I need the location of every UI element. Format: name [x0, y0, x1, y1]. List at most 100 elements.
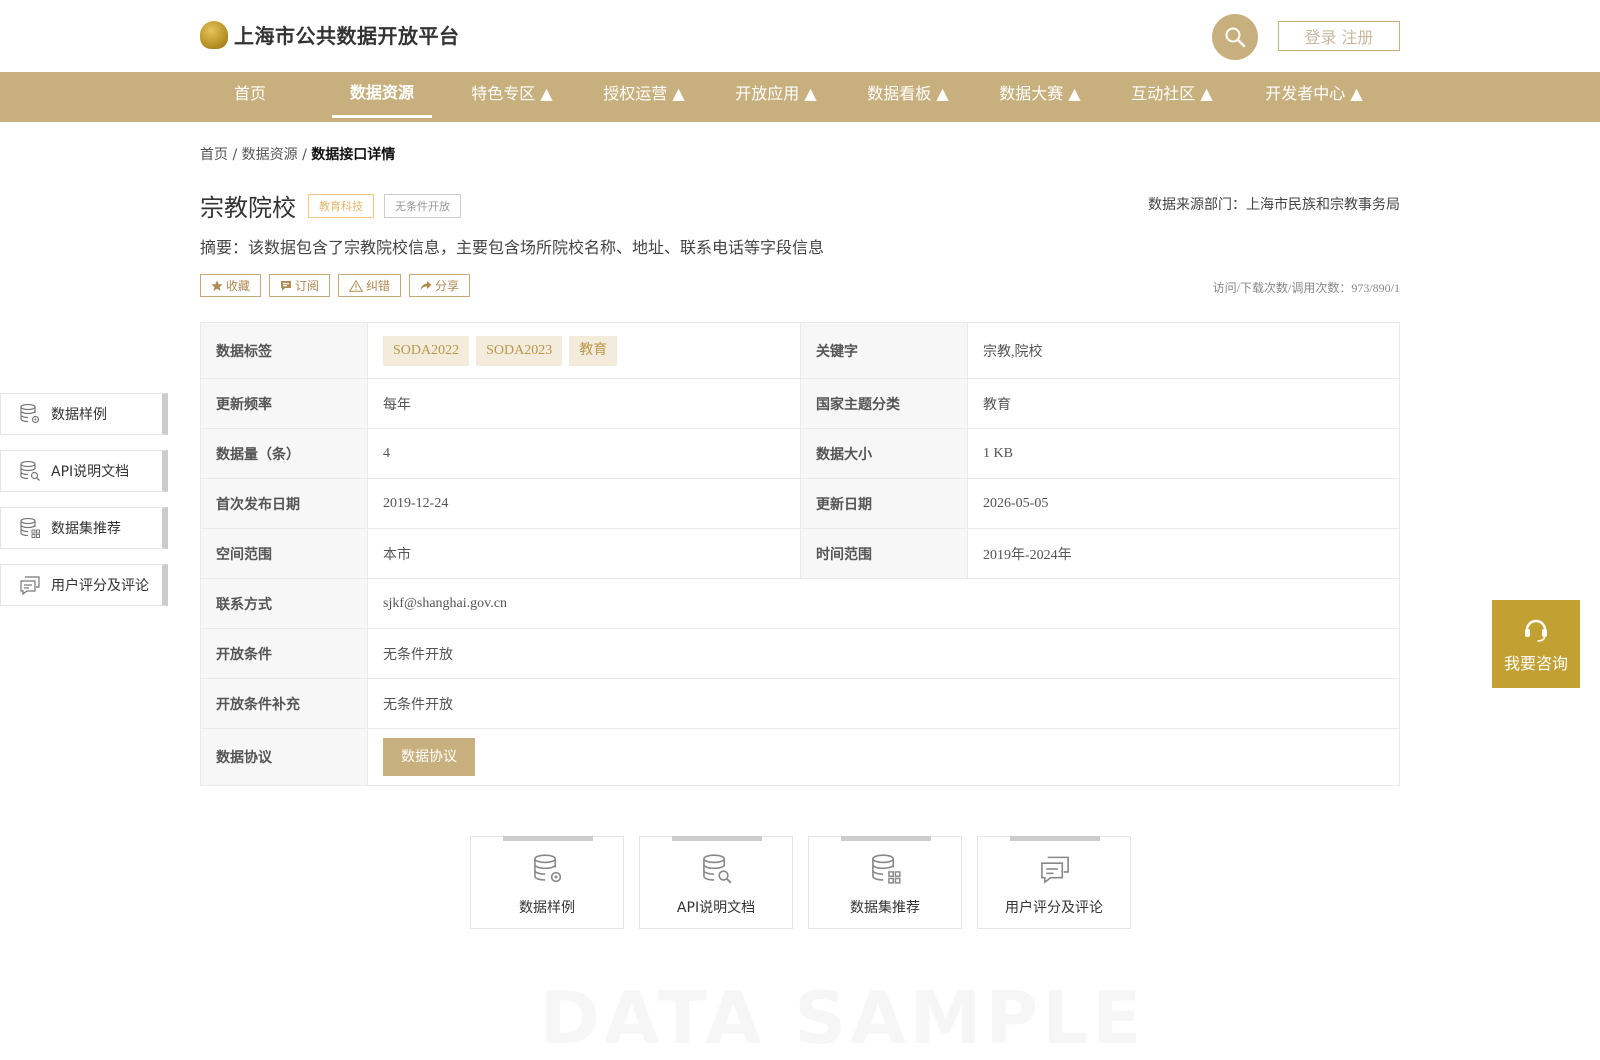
contact-value: sjkf@shanghai.gov.cn — [367, 578, 1400, 629]
favorite-label: 收藏 — [226, 279, 251, 293]
table-row: 数据标签 SODA2022 SODA2023 教育 关键字 宗教,院校 — [200, 322, 1400, 379]
time-range-label: 时间范围 — [800, 528, 968, 579]
side-nav-api-docs[interactable]: API说明文档 — [0, 450, 168, 492]
database-gear-icon — [20, 403, 40, 424]
nav-community[interactable]: 互动社区 ▲ — [1122, 72, 1222, 122]
favorite-button[interactable]: 收藏 — [200, 274, 262, 297]
time-range-value: 2019年-2024年 — [967, 528, 1400, 579]
nav-home[interactable]: 首页 — [214, 72, 286, 122]
comment-icon — [20, 576, 40, 596]
table-row: 开放条件补充 无条件开放 — [200, 678, 1400, 729]
message-flag-icon — [281, 280, 292, 291]
side-nav-dataset-recommend[interactable]: 数据集推荐 — [0, 507, 168, 549]
report-error-button[interactable]: 纠错 — [338, 274, 402, 297]
table-row: 空间范围 本市 时间范围 2019年-2024年 — [200, 528, 1400, 579]
logo-emblem-icon — [200, 20, 228, 49]
spatial-scope-label: 空间范围 — [200, 528, 368, 579]
search-icon — [1225, 27, 1246, 48]
update-frequency-label: 更新频率 — [200, 378, 368, 429]
card-top-bar — [1010, 836, 1100, 841]
logo[interactable]: 上海市公共数据开放平台 — [200, 20, 460, 49]
headset-icon — [1525, 619, 1547, 642]
protocol-label: 数据协议 — [200, 728, 368, 786]
report-error-label: 纠错 — [366, 279, 391, 293]
card-label: 用户评分及评论 — [1005, 900, 1103, 916]
share-icon — [420, 280, 432, 290]
data-protocol-button[interactable]: 数据协议 — [383, 738, 475, 776]
side-nav-user-reviews[interactable]: 用户评分及评论 — [0, 564, 168, 606]
table-row: 联系方式 sjkf@shanghai.gov.cn — [200, 578, 1400, 629]
side-nav-label: 数据样例 — [51, 407, 107, 423]
card-label: API说明文档 — [676, 900, 756, 916]
breadcrumb-home[interactable]: 首页 — [200, 147, 228, 163]
protocol-cell: 数据协议 — [367, 728, 1400, 786]
open-condition-supplement-value: 无条件开放 — [367, 678, 1400, 729]
open-condition-supplement-label: 开放条件补充 — [200, 678, 368, 729]
breadcrumb-sep: / — [302, 147, 307, 163]
card-label: 数据样例 — [519, 900, 575, 916]
share-button[interactable]: 分享 — [409, 274, 471, 297]
data-size-value: 1 KB — [967, 428, 1400, 479]
table-row: 首次发布日期 2019-12-24 更新日期 2026-05-05 — [200, 478, 1400, 529]
consult-button[interactable]: 我要咨询 — [1492, 600, 1580, 688]
main-nav: 首页 数据资源 特色专区 ▲ 授权运营 ▲ 开放应用 ▲ 数据看板 ▲ 数据大赛… — [0, 72, 1600, 122]
breadcrumb-data-resources[interactable]: 数据资源 — [242, 147, 298, 163]
update-date-value: 2026-05-05 — [967, 478, 1400, 529]
database-search-icon — [20, 460, 40, 481]
update-frequency-value: 每年 — [367, 378, 801, 429]
card-user-reviews[interactable]: 用户评分及评论 — [977, 836, 1131, 929]
breadcrumb: 首页 / 数据资源 / 数据接口详情 — [200, 144, 395, 164]
open-condition-tag: 无条件开放 — [384, 193, 461, 218]
side-nav-label: 用户评分及评论 — [51, 578, 149, 594]
tag-chip[interactable]: SODA2023 — [476, 335, 563, 366]
side-nav-data-sample[interactable]: 数据样例 — [0, 393, 168, 435]
card-top-bar — [503, 836, 593, 841]
card-api-docs[interactable]: API说明文档 — [639, 836, 793, 929]
card-label: 数据集推荐 — [850, 900, 920, 916]
table-row: 更新频率 每年 国家主题分类 教育 — [200, 378, 1400, 429]
tags-cell: SODA2022 SODA2023 教育 — [367, 322, 801, 379]
table-row: 开放条件 无条件开放 — [200, 628, 1400, 679]
card-dataset-recommend[interactable]: 数据集推荐 — [808, 836, 962, 929]
keyword-value: 宗教,院校 — [967, 322, 1400, 379]
tag-chip[interactable]: SODA2022 — [383, 335, 470, 366]
update-date-label: 更新日期 — [800, 478, 968, 529]
nav-special-zone[interactable]: 特色专区 ▲ — [462, 72, 562, 122]
tag-chip[interactable]: 教育 — [569, 335, 618, 366]
nav-authorized-ops[interactable]: 授权运营 ▲ — [594, 72, 694, 122]
database-search-icon — [703, 854, 732, 884]
theme-label: 国家主题分类 — [800, 378, 968, 429]
tags-label: 数据标签 — [200, 322, 368, 379]
nav-data-dashboard[interactable]: 数据看板 ▲ — [858, 72, 958, 122]
consult-label: 我要咨询 — [1503, 654, 1568, 673]
table-row: 数据协议 数据协议 — [200, 728, 1400, 786]
login-register-button[interactable]: 登录 注册 — [1278, 21, 1400, 51]
dataset-info-table: 数据标签 SODA2022 SODA2023 教育 关键字 宗教,院校 更新频率 每… — [200, 322, 1400, 786]
card-data-sample[interactable]: 数据样例 — [470, 836, 624, 929]
table-row: 数据量（条） 4 数据大小 1 KB — [200, 428, 1400, 479]
search-button[interactable] — [1212, 14, 1258, 60]
category-tag: 教育科技 — [308, 193, 374, 218]
subscribe-label: 订阅 — [295, 279, 320, 293]
source-department: 数据来源部门：上海市民族和宗教事务局 — [1148, 197, 1400, 213]
subscribe-button[interactable]: 订阅 — [269, 274, 331, 297]
theme-value: 教育 — [967, 378, 1400, 429]
open-condition-label: 开放条件 — [200, 628, 368, 679]
star-icon — [211, 280, 223, 291]
data-size-label: 数据大小 — [800, 428, 968, 479]
site-title: 上海市公共数据开放平台 — [234, 24, 460, 48]
breadcrumb-current: 数据接口详情 — [311, 147, 396, 163]
dataset-title-row: 宗教院校 教育科技 无条件开放 — [200, 188, 461, 223]
nav-data-contest[interactable]: 数据大赛 ▲ — [990, 72, 1090, 122]
side-nav-label: API说明文档 — [51, 464, 130, 480]
database-gear-icon — [534, 854, 562, 883]
nav-open-apps[interactable]: 开放应用 ▲ — [726, 72, 826, 122]
comment-icon — [1041, 856, 1069, 884]
nav-developer-center[interactable]: 开发者中心 ▲ — [1254, 72, 1374, 122]
first-publish-value: 2019-12-24 — [367, 478, 801, 529]
record-count-value: 4 — [367, 428, 801, 479]
dataset-summary: 摘要：该数据包含了宗教院校信息，主要包含场所院校名称、地址、联系电话等字段信息 — [200, 238, 825, 257]
contact-label: 联系方式 — [200, 578, 368, 629]
nav-data-resources[interactable]: 数据资源 — [332, 72, 432, 118]
breadcrumb-sep: / — [232, 147, 238, 163]
